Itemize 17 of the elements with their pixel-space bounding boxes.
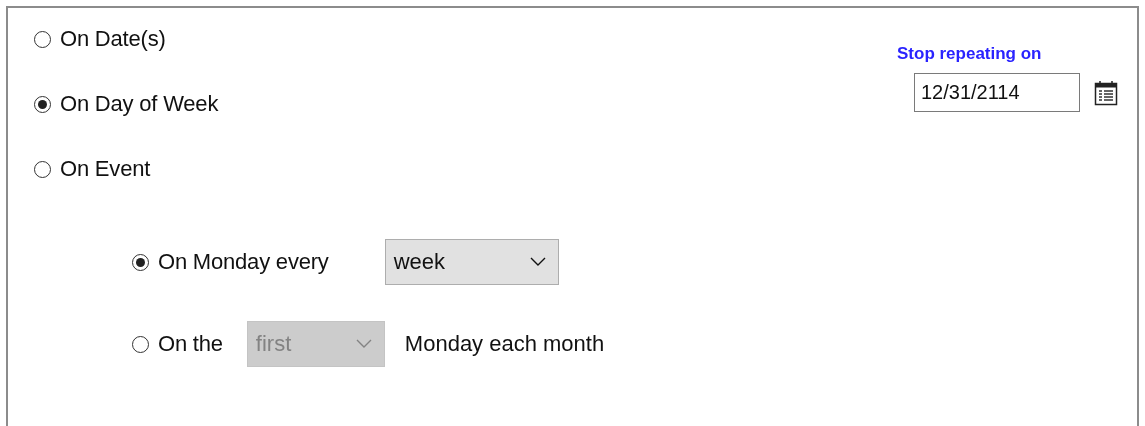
chevron-down-icon (529, 257, 546, 267)
radio-label[interactable]: On the (158, 331, 223, 357)
radio-button[interactable] (34, 95, 51, 113)
radio-label[interactable]: On Event (60, 156, 151, 182)
option-label: Monday each month (404, 331, 605, 357)
dropdown[interactable]: week (384, 239, 559, 285)
radio-button[interactable] (132, 253, 149, 271)
radio-label[interactable]: On Monday every (158, 249, 329, 275)
field-label: Stop repeating on (897, 44, 1042, 64)
radio-button[interactable] (132, 335, 149, 353)
radio-label[interactable]: On Date(s) (60, 26, 166, 52)
calendar-icon[interactable] (1094, 79, 1118, 106)
chevron-down-icon (355, 339, 372, 349)
date-field[interactable]: 12/31/2114 (914, 73, 1080, 112)
radio-button[interactable] (34, 160, 51, 178)
radio-label[interactable]: On Day of Week (60, 91, 219, 117)
radio-button[interactable] (34, 30, 51, 48)
